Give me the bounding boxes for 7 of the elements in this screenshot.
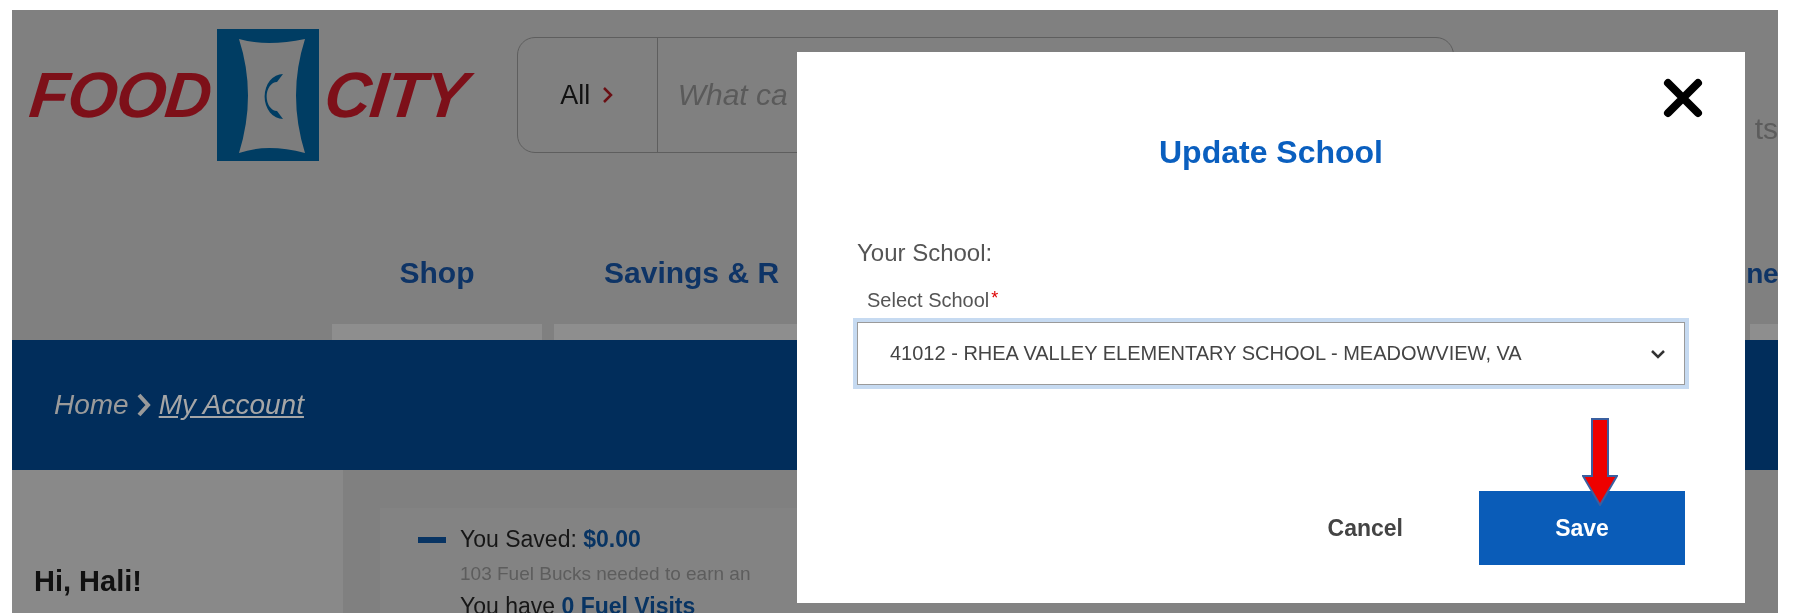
select-label: Select School [867, 289, 990, 312]
greeting-text: Hi, Hali! [34, 565, 143, 598]
dialog-title: Update School [1158, 134, 1384, 171]
logo-text: FOOD [26, 58, 215, 132]
required-mark: * [991, 289, 999, 310]
field-label: Your School: [857, 239, 994, 267]
savings-label: You Saved: $0.00 [460, 526, 641, 553]
